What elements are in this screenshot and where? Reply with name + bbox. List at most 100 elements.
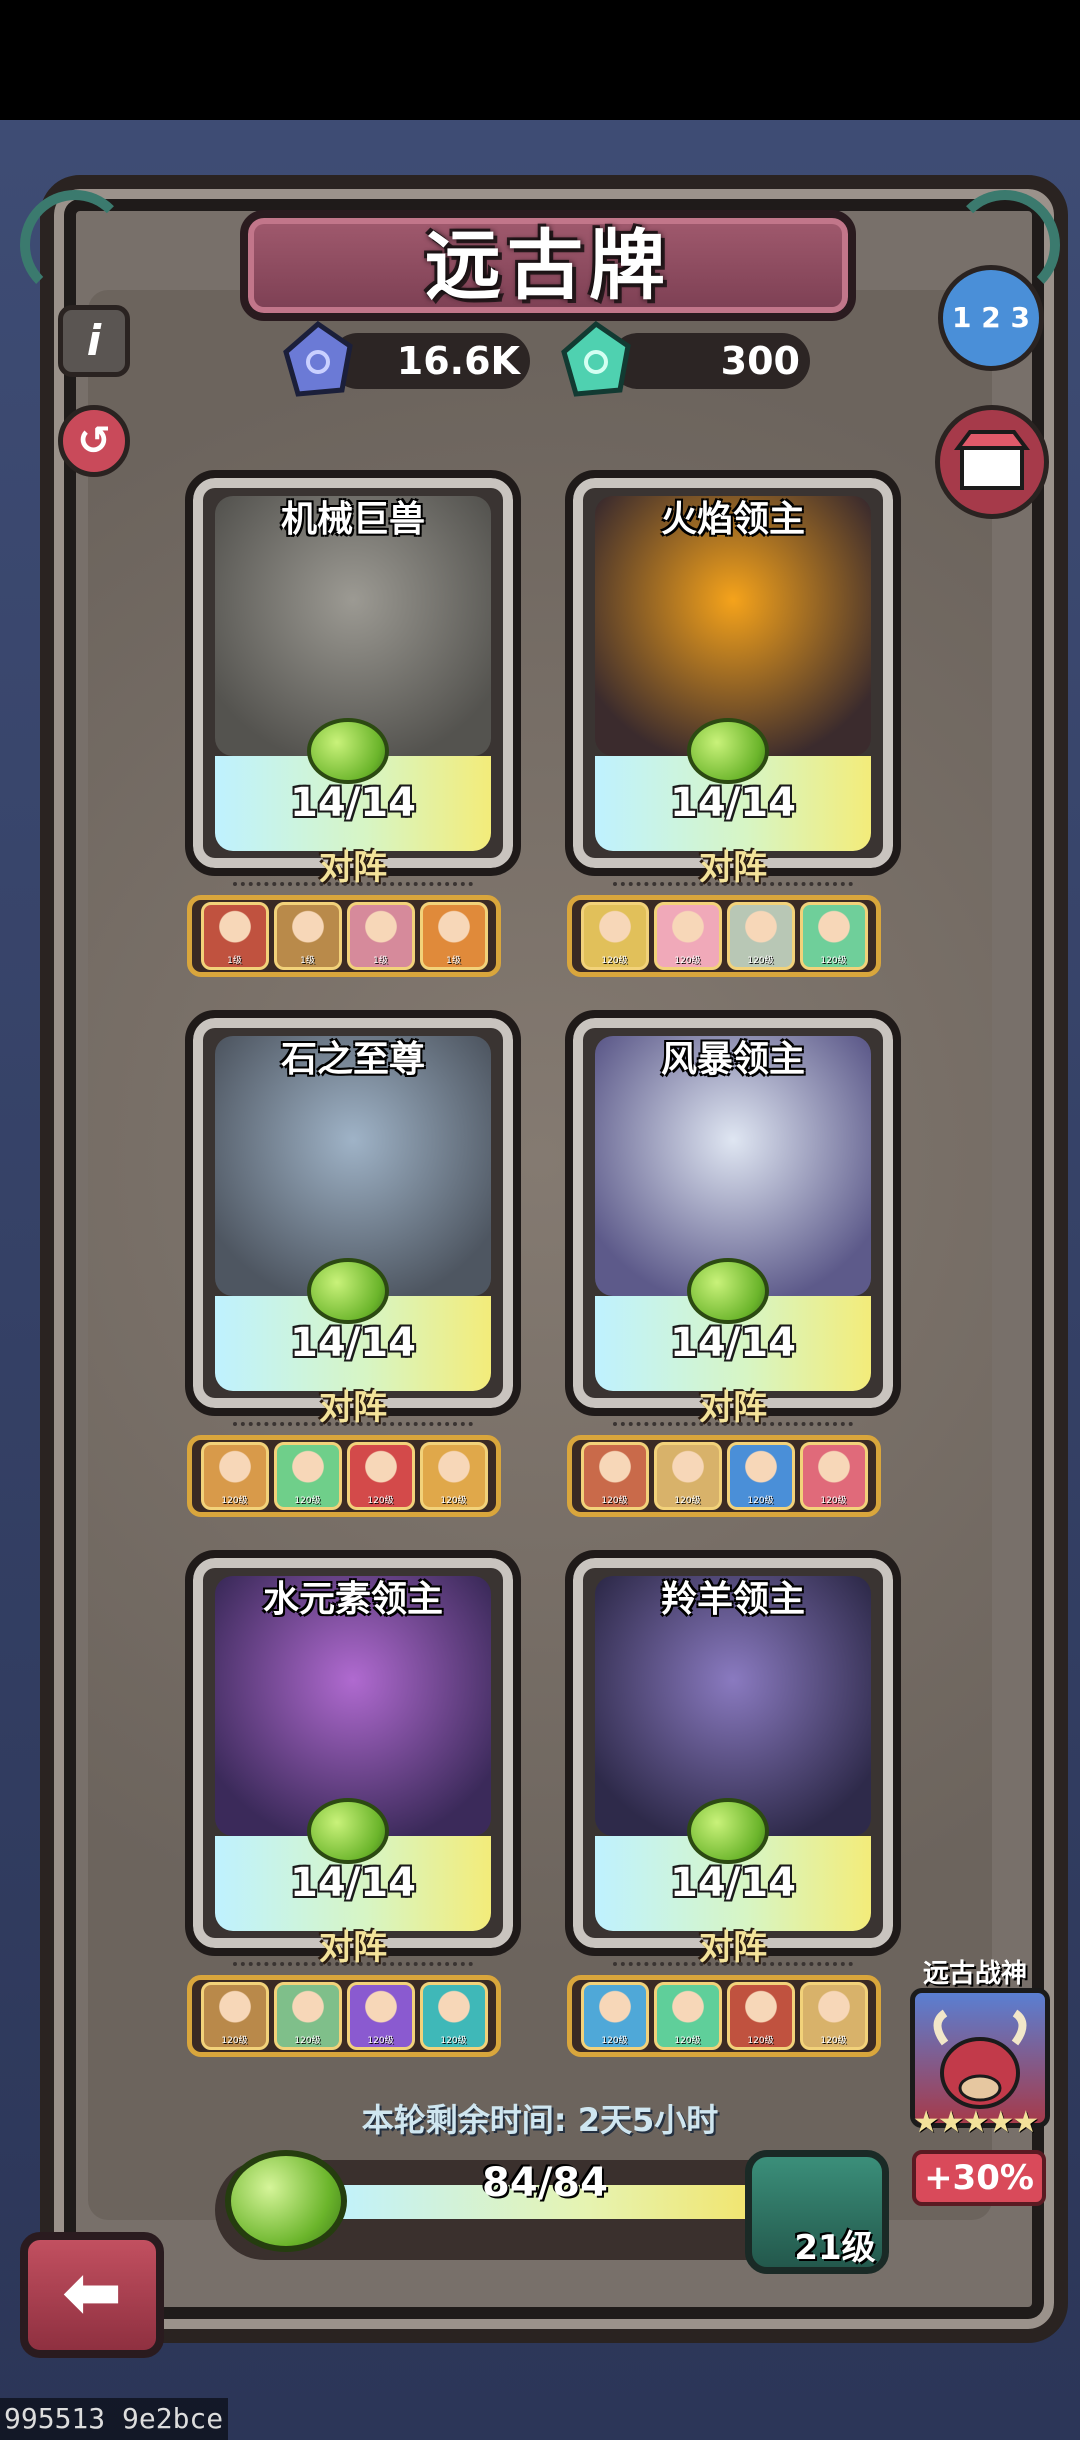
hero-avatar[interactable]: 120级	[419, 1442, 488, 1510]
hero-level: 120级	[747, 1496, 774, 1506]
history-icon: ↺	[77, 418, 111, 464]
enemy-team-row[interactable]: 120级 120级 120级 120级	[187, 1435, 501, 1517]
hero-level: 120级	[820, 1496, 847, 1506]
hero-avatar[interactable]: 120级	[200, 1442, 269, 1510]
shop-button[interactable]	[935, 405, 1049, 519]
status-bar	[0, 0, 1080, 120]
round-timer: 本轮剩余时间: 2天5小时	[361, 2101, 719, 2139]
divider	[613, 1422, 853, 1426]
hero-level: 120级	[601, 956, 628, 966]
hero-avatar[interactable]: 120级	[653, 902, 722, 970]
hero-avatar[interactable]: 120级	[653, 1982, 722, 2050]
level-label: 21级	[794, 2228, 876, 2268]
hero-avatar[interactable]: 1级	[200, 902, 269, 970]
divider	[233, 1422, 473, 1426]
hero-avatar[interactable]: 120级	[580, 1442, 649, 1510]
card-count: 14/14	[290, 780, 416, 826]
boss-name: 羚羊领主	[660, 1579, 805, 1620]
enemy-team-row[interactable]: 120级 120级 120级 120级	[567, 1975, 881, 2057]
enemy-team-row[interactable]: 120级 120级 120级 120级	[187, 1975, 501, 2057]
bean-icon	[225, 2150, 347, 2252]
divider	[613, 1962, 853, 1966]
bean-icon	[687, 718, 769, 784]
hero-avatar[interactable]: 120级	[799, 902, 868, 970]
hero-avatar[interactable]: 1级	[346, 902, 415, 970]
hero-avatar[interactable]: 120级	[273, 1982, 342, 2050]
hero-avatar[interactable]: 120级	[200, 1982, 269, 2050]
hero-avatar[interactable]: 120级	[580, 1982, 649, 2050]
page-title: 远古牌	[425, 221, 671, 310]
green-crystal-icon	[561, 320, 631, 397]
hero-avatar[interactable]: 120级	[346, 1442, 415, 1510]
divider	[233, 1962, 473, 1966]
enemy-team-row[interactable]: 120级 120级 120级 120级	[567, 1435, 881, 1517]
history-button[interactable]: ↺	[58, 405, 130, 477]
card-count: 14/14	[290, 1860, 416, 1906]
bean-icon	[687, 1258, 769, 1324]
hero-avatar[interactable]: 1级	[273, 902, 342, 970]
boss-name: 机械巨兽	[280, 499, 425, 540]
hero-level: 120级	[440, 1496, 467, 1506]
divider	[233, 882, 473, 886]
enemy-team-row[interactable]: 120级 120级 120级 120级	[567, 895, 881, 977]
hero-level: 120级	[221, 2036, 248, 2046]
hero-avatar[interactable]: 120级	[346, 1982, 415, 2050]
ancient-god-bonus: +30%	[912, 2150, 1046, 2206]
hero-level: 120级	[294, 1496, 321, 1506]
card-count: 14/14	[290, 1320, 416, 1366]
blue-crystal-icon	[283, 320, 353, 397]
back-arrow-icon: ⬅	[61, 2250, 123, 2334]
boss-name: 石之至尊	[280, 1039, 425, 1080]
bean-icon	[307, 1258, 389, 1324]
hero-avatar[interactable]: 120级	[726, 902, 795, 970]
hero-level: 120级	[674, 2036, 701, 2046]
hero-level: 120级	[674, 956, 701, 966]
hero-level: 1级	[373, 956, 388, 966]
hero-level: 120级	[221, 1496, 248, 1506]
hero-level: 120级	[820, 956, 847, 966]
hero-level: 120级	[440, 2036, 467, 2046]
boss-name: 风暴领主	[660, 1039, 805, 1080]
vine-ornament-left	[20, 190, 130, 300]
hero-avatar[interactable]: 120级	[653, 1442, 722, 1510]
hero-level: 120级	[747, 2036, 774, 2046]
hero-level: 1级	[446, 956, 461, 966]
divider	[613, 882, 853, 886]
enemy-team-row[interactable]: 1级 1级 1级 1级	[187, 895, 501, 977]
bean-icon	[307, 718, 389, 784]
boss-name: 水元素领主	[262, 1579, 443, 1620]
hero-level: 120级	[367, 1496, 394, 1506]
podium-icon: 1 2 3	[952, 301, 1030, 334]
card-count: 14/14	[670, 1860, 796, 1906]
blue-crystal-count: 16.6K	[396, 339, 520, 383]
hero-avatar[interactable]: 120级	[799, 1982, 868, 2050]
hero-avatar[interactable]: 120级	[726, 1982, 795, 2050]
hero-level: 120级	[294, 2036, 321, 2046]
hero-avatar[interactable]: 1级	[419, 902, 488, 970]
info-icon: i	[86, 316, 102, 365]
hero-level: 120级	[674, 1496, 701, 1506]
ancient-god-title: 远古战神	[922, 1959, 1027, 1989]
hero-avatar[interactable]: 120级	[580, 902, 649, 970]
shop-icon	[954, 430, 1030, 490]
bean-icon	[687, 1798, 769, 1864]
hero-level: 120级	[747, 956, 774, 966]
progress-count: 84/84	[482, 2160, 608, 2206]
card-count: 14/14	[670, 1320, 796, 1366]
green-crystal-count: 300	[720, 339, 800, 383]
hero-avatar[interactable]: 120级	[273, 1442, 342, 1510]
watermark: 995513 9e2bce	[0, 2398, 228, 2440]
bean-icon	[307, 1798, 389, 1864]
hero-level: 1级	[300, 956, 315, 966]
card-count: 14/14	[670, 780, 796, 826]
info-button[interactable]: i	[58, 305, 130, 377]
hero-avatar[interactable]: 120级	[799, 1442, 868, 1510]
hero-level: 120级	[820, 2036, 847, 2046]
hero-level: 1级	[227, 956, 242, 966]
ranking-button[interactable]: 1 2 3	[938, 265, 1044, 371]
hero-level: 120级	[601, 1496, 628, 1506]
hero-avatar[interactable]: 120级	[419, 1982, 488, 2050]
hero-level: 120级	[367, 2036, 394, 2046]
hero-avatar[interactable]: 120级	[726, 1442, 795, 1510]
hero-level: 120级	[601, 2036, 628, 2046]
